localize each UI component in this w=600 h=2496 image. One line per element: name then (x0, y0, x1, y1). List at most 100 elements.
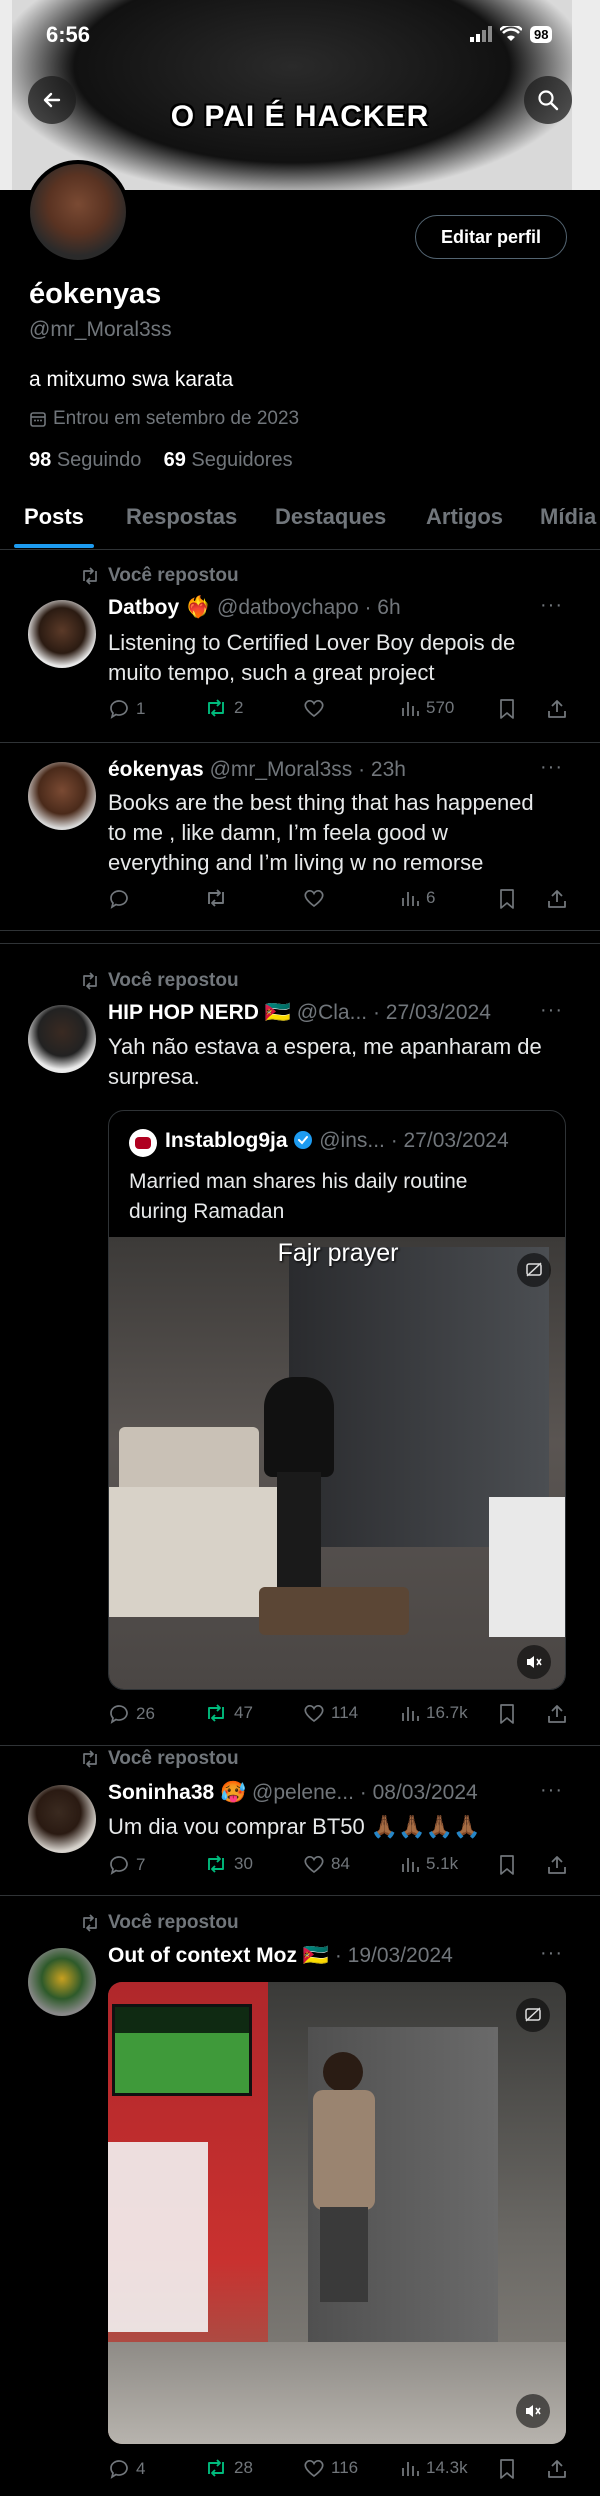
profile-avatar[interactable] (26, 160, 130, 264)
post-text-line: surpresa. (108, 1064, 200, 1089)
joined-text: Entrou em setembro de 2023 (53, 408, 300, 429)
quoted-post[interactable]: Instablog9ja @ins... · 27/03/2024 Marrie… (108, 1110, 566, 1690)
more-options-icon[interactable]: ··· (540, 594, 563, 617)
post-author-handle[interactable]: @datboychapo (217, 596, 359, 619)
bookmark-button[interactable] (498, 1703, 516, 1725)
repost-button[interactable]: 28 (204, 2458, 253, 2478)
wifi-icon (500, 26, 522, 42)
post-avatar[interactable] (28, 1948, 96, 2016)
views-button[interactable]: 16.7k (400, 1703, 468, 1723)
repost-button[interactable]: 47 (204, 1703, 253, 1723)
bookmark-button[interactable] (498, 698, 516, 720)
views-count: 16.7k (426, 1703, 468, 1722)
tab-articles[interactable]: Artigos (426, 504, 503, 530)
post-header: éokenyas @mr_Moral3ss · 23h (108, 758, 406, 782)
like-button[interactable] (303, 888, 331, 908)
tab-posts[interactable]: Posts (24, 504, 84, 530)
post-author-name[interactable]: Datboy (108, 596, 179, 619)
reply-count: 1 (136, 699, 146, 718)
repost-label: Você repostou (108, 1912, 239, 1933)
status-time: 6:56 (46, 22, 91, 47)
post-avatar[interactable] (28, 600, 96, 668)
post-author-handle[interactable]: @pelene... (252, 1781, 354, 1804)
repost-button[interactable]: 30 (204, 1854, 253, 1874)
bookmark-button[interactable] (498, 2458, 516, 2480)
like-button[interactable]: 116 (303, 2458, 358, 2478)
post-avatar[interactable] (28, 1785, 96, 1853)
post-video[interactable] (108, 1982, 566, 2444)
like-button[interactable]: 114 (303, 1703, 358, 1723)
views-button[interactable]: 5.1k (400, 1854, 458, 1874)
repost-button[interactable] (204, 888, 234, 908)
views-button[interactable]: 14.3k (400, 2458, 468, 2478)
battery-icon: 98 (530, 25, 553, 43)
tab-highlights[interactable]: Destaques (275, 504, 386, 530)
like-button[interactable] (303, 698, 331, 718)
views-button[interactable]: 6 (400, 888, 435, 908)
followers-label: Seguidores (191, 449, 293, 471)
mute-button[interactable] (516, 2394, 550, 2428)
reply-button[interactable]: 26 (108, 1703, 155, 1725)
post-author-name[interactable]: Soninha38 (108, 1781, 214, 1804)
post-time: · 19/03/2024 (334, 1944, 453, 1967)
followers-link[interactable]: 69 Seguidores (164, 449, 293, 471)
author-emoji: 🥵 (220, 1781, 247, 1804)
quote-author-name: Instablog9ja (165, 1129, 288, 1152)
back-button[interactable] (28, 76, 76, 124)
share-button[interactable] (546, 888, 568, 910)
tab-replies[interactable]: Respostas (126, 504, 237, 530)
share-button[interactable] (546, 1854, 568, 1876)
share-button[interactable] (546, 698, 568, 720)
views-icon (400, 2458, 420, 2478)
more-options-icon[interactable]: ··· (540, 756, 563, 779)
tab-media[interactable]: Mídia (540, 504, 596, 530)
bookmark-icon (498, 2458, 516, 2480)
more-options-icon[interactable]: ··· (540, 1779, 563, 1802)
post-avatar[interactable] (28, 762, 96, 830)
like-button[interactable]: 84 (303, 1854, 350, 1874)
active-tab-indicator (14, 544, 94, 548)
reply-button[interactable] (108, 888, 136, 910)
reply-button[interactable]: 7 (108, 1854, 145, 1876)
repost-count: 2 (234, 698, 244, 717)
post-author-handle[interactable]: @Cla... (297, 1001, 367, 1024)
post-author-name[interactable]: Out of context Moz (108, 1944, 297, 1967)
share-icon (546, 1703, 568, 1725)
author-emoji: 🇲🇿 (302, 1944, 329, 1967)
bookmark-button[interactable] (498, 1854, 516, 1876)
post-text: Yah não estava a espera, me apanharam de… (108, 1032, 542, 1092)
post-author-name[interactable]: HIP HOP NERD (108, 1001, 259, 1024)
views-button[interactable]: 570 (400, 698, 454, 718)
share-button[interactable] (546, 2458, 568, 2480)
edit-profile-button[interactable]: Editar perfil (415, 215, 567, 259)
more-options-icon[interactable]: ··· (540, 1942, 563, 1965)
joined-date: Entrou em setembro de 2023 (29, 408, 299, 430)
search-button[interactable] (524, 76, 572, 124)
repost-label: Você repostou (108, 1748, 239, 1769)
reply-button[interactable]: 1 (108, 698, 145, 720)
repost-button[interactable]: 2 (204, 698, 243, 718)
repost-icon (80, 1750, 100, 1768)
post-actions: 1 2 570 (108, 698, 574, 728)
more-options-icon[interactable]: ··· (540, 999, 563, 1022)
following-link[interactable]: 98 Seguindo (29, 449, 141, 471)
mute-button[interactable] (517, 1645, 551, 1679)
views-count: 570 (426, 698, 455, 717)
views-count: 14.3k (426, 2458, 468, 2477)
quote-video[interactable]: Fajr prayer (109, 1237, 565, 1689)
post-author-name[interactable]: éokenyas (108, 758, 204, 781)
person-shape (277, 1472, 321, 1592)
bookmark-button[interactable] (498, 888, 516, 910)
post-author-handle[interactable]: @mr_Moral3ss (210, 758, 353, 781)
person-shape (264, 1377, 334, 1477)
post-text-line: Yah não estava a espera, me apanharam de (108, 1034, 542, 1059)
reply-button[interactable]: 4 (108, 2458, 145, 2480)
views-icon (400, 888, 420, 908)
post-actions: 6 (108, 888, 574, 918)
post-avatar[interactable] (28, 1005, 96, 1073)
post-text: Books are the best thing that has happen… (108, 788, 534, 878)
post-text-line: everything and I’m living w no remorse (108, 850, 484, 875)
sofa-shape (109, 1487, 279, 1617)
share-button[interactable] (546, 1703, 568, 1725)
banner-caption: O PAI É HACKER (170, 100, 430, 133)
